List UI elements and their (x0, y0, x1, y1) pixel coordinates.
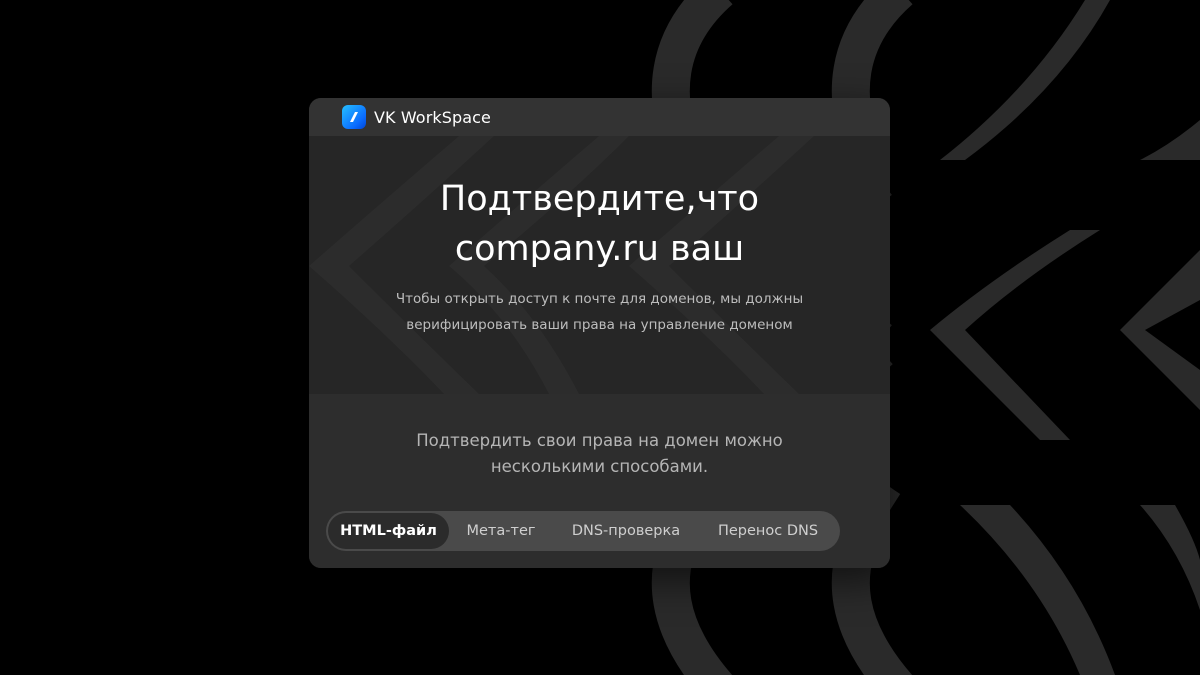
page-subtitle: Чтобы открыть доступ к почте для доменов… (309, 286, 890, 338)
tab-dns-transfer[interactable]: Перенос DNS (699, 513, 837, 549)
page-title: Подтвердите,что company.ru ваш (309, 174, 890, 274)
methods-intro: Подтвердить свои права на домен можно не… (309, 428, 890, 480)
brand-logo[interactable]: VK WorkSpace (342, 105, 491, 129)
brand-name: VK WorkSpace (374, 107, 491, 127)
hero-section: Подтвердите,что company.ru ваш Чтобы отк… (309, 136, 890, 394)
title-line-1: Подтвердите,что (439, 179, 760, 219)
tab-dns-check[interactable]: DNS-проверка (553, 513, 699, 549)
vk-workspace-logo-icon (342, 105, 366, 129)
pattern-chevron (930, 230, 1100, 440)
tab-html-file[interactable]: HTML-файл (328, 513, 449, 549)
methods-intro-line-2: несколькими способами. (490, 457, 709, 476)
verification-method-tabs: HTML-файл Мета-тег DNS-проверка Перенос … (326, 511, 840, 551)
title-line-2: company.ru ваш (454, 229, 745, 269)
pattern-band (940, 0, 1110, 160)
pattern-band (1140, 505, 1200, 610)
screen: VK WorkSpace Подтвердите,что company.ru … (0, 0, 1200, 675)
domain-verification-card: VK WorkSpace Подтвердите,что company.ru … (309, 98, 890, 568)
tab-meta-tag[interactable]: Мета-тег (449, 513, 553, 549)
subtitle-line-1: Чтобы открыть доступ к почте для доменов… (395, 291, 804, 307)
card-header: VK WorkSpace (309, 98, 890, 136)
pattern-band (1140, 120, 1200, 160)
verification-methods-section: Подтвердить свои права на домен можно не… (309, 394, 890, 568)
subtitle-line-2: верифицировать ваши права на управление … (406, 317, 793, 333)
pattern-chevron (1120, 250, 1200, 410)
pattern-band (960, 505, 1115, 675)
methods-intro-line-1: Подтвердить свои права на домен можно (416, 431, 783, 450)
